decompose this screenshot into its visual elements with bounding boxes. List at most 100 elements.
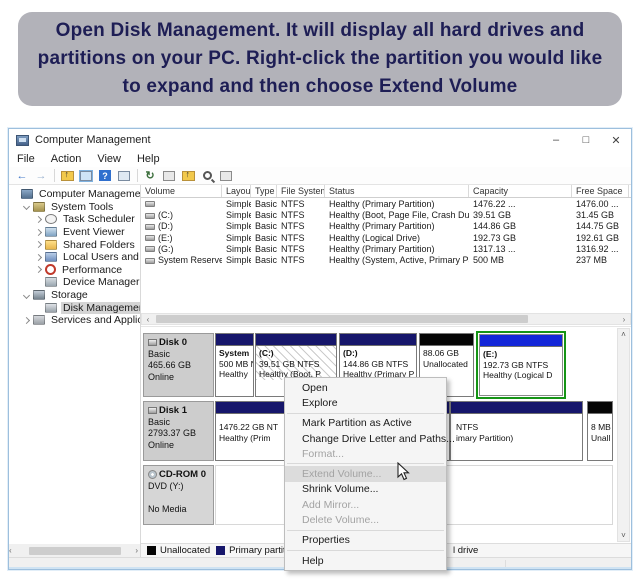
open-folder-icon <box>182 171 195 181</box>
scroll-up-icon[interactable]: ˄ <box>618 330 629 339</box>
cdrom0-label[interactable]: CD-ROM 0 DVD (Y:) No Media <box>143 465 214 525</box>
tree-item-performance[interactable]: Performance <box>9 264 140 277</box>
volume-list-header[interactable]: VolumeLayoutTypeFile SystemStatusCapacit… <box>141 185 631 198</box>
volume-row[interactable]: (D:)SimpleBasicNTFSHealthy (Primary Part… <box>141 221 631 232</box>
cell-text: Simple <box>226 255 251 265</box>
cell-layout: Simple <box>222 199 251 209</box>
volume-row[interactable]: (G:)SimpleBasicNTFSHealthy (Primary Part… <box>141 243 631 254</box>
tree-horizontal-scrollbar[interactable]: ‹ › <box>9 544 140 557</box>
volume-row[interactable]: (E:)SimpleBasicNTFSHealthy (Logical Driv… <box>141 232 631 243</box>
menu-item-mark-partition-as-active[interactable]: Mark Partition as Active <box>285 416 446 431</box>
chevron-right-icon[interactable] <box>35 216 42 223</box>
tree-item-shared-folders[interactable]: Shared Folders <box>9 238 140 251</box>
search-icon[interactable] <box>198 168 216 183</box>
menu-item-add-mirror[interactable]: Add Mirror... <box>285 497 446 512</box>
minimize-button[interactable]: – <box>541 130 571 150</box>
scroll-left-icon[interactable]: ‹ <box>142 314 154 324</box>
chevron-right-icon[interactable] <box>35 266 42 273</box>
perf-icon <box>45 264 56 275</box>
column-header-free-space[interactable]: Free Space <box>572 185 629 197</box>
column-header-file-system[interactable]: File System <box>277 185 325 197</box>
menu-item-open[interactable]: Open <box>285 380 446 395</box>
disk1-partition-unallocated[interactable]: 8 MB Unall <box>587 401 613 461</box>
title-bar[interactable]: Computer Management – □ ✕ <box>9 129 631 151</box>
show-console-tree-icon[interactable] <box>77 168 95 183</box>
windows-stack-icon[interactable] <box>217 168 235 183</box>
cell-text: Simple <box>226 244 251 254</box>
device-icon <box>45 277 57 287</box>
menu-item-properties[interactable]: Properties <box>285 533 446 548</box>
up-level-folder-icon[interactable] <box>58 168 76 183</box>
maximize-button[interactable]: □ <box>571 130 601 150</box>
menu-item-format[interactable]: Format... <box>285 446 446 461</box>
help-icon[interactable]: ? <box>96 168 114 183</box>
scroll-left-icon[interactable]: ‹ <box>9 546 12 555</box>
menu-item-delete-volume[interactable]: Delete Volume... <box>285 512 446 527</box>
menu-action[interactable]: Action <box>43 153 90 165</box>
partition-system[interactable]: System 500 MB N Healthy <box>215 333 254 397</box>
refresh-icon[interactable]: ↻ <box>141 168 159 183</box>
tree-item-device-manager[interactable]: Device Manager <box>9 276 140 289</box>
volume-row[interactable]: (C:)SimpleBasicNTFSHealthy (Boot, Page F… <box>141 209 631 220</box>
menu-item-shrink-volume[interactable]: Shrink Volume... <box>285 482 446 497</box>
column-header-status[interactable]: Status <box>325 185 469 197</box>
export-list-icon[interactable] <box>160 168 178 183</box>
legend-tail-fragment: l drive <box>453 545 478 556</box>
tree-item-computer-management-local[interactable]: Computer Management (Local <box>9 188 140 201</box>
tree-item-system-tools[interactable]: System Tools <box>9 201 140 214</box>
console-window-icon[interactable] <box>115 168 133 183</box>
tree-item-event-viewer[interactable]: Event Viewer <box>9 226 140 239</box>
tree-item-storage[interactable]: Storage <box>9 289 140 302</box>
disk0-label[interactable]: Disk 0 Basic 465.66 GB Online <box>143 333 214 397</box>
volume-row[interactable]: SimpleBasicNTFSHealthy (Primary Partitio… <box>141 198 631 209</box>
column-header-layout[interactable]: Layout <box>222 185 251 197</box>
menu-item-change-drive-letter-and-paths[interactable]: Change Drive Letter and Paths... <box>285 431 446 446</box>
tree-item-disk-management[interactable]: Disk Management <box>9 301 140 314</box>
menu-item-extend-volume[interactable]: Extend Volume... <box>285 466 446 481</box>
scrollbar-thumb[interactable] <box>29 547 121 555</box>
open-folder-icon[interactable] <box>179 168 197 183</box>
tree-item-label: Storage <box>49 289 90 301</box>
tree-item-label: Disk Management <box>61 302 141 314</box>
cell-type: Basic <box>251 244 277 254</box>
cell-text: Simple <box>226 210 251 220</box>
chevron-right-icon[interactable] <box>35 241 42 248</box>
chevron-right-icon[interactable] <box>23 317 30 324</box>
scroll-right-icon[interactable]: › <box>135 546 138 555</box>
menu-file[interactable]: File <box>9 153 43 165</box>
cell-fs: NTFS <box>277 244 325 254</box>
column-header-capacity[interactable]: Capacity <box>469 185 572 197</box>
volume-row[interactable]: System ReservedSimpleBasicNTFSHealthy (S… <box>141 254 631 265</box>
primary-partition-bar <box>256 334 336 346</box>
chevron-right-icon[interactable] <box>35 254 42 261</box>
no-chevron <box>12 192 17 197</box>
menu-help[interactable]: Help <box>129 153 168 165</box>
export-list-icon <box>163 171 175 181</box>
menu-item-help[interactable]: Help <box>285 553 446 568</box>
scroll-right-icon[interactable]: › <box>618 314 630 324</box>
volume-list-horizontal-scrollbar[interactable]: ‹ › <box>141 313 631 325</box>
partition-status: Unall <box>591 433 610 443</box>
graphics-vertical-scrollbar[interactable]: ˄ ˅ <box>617 328 630 542</box>
close-button[interactable]: ✕ <box>601 130 631 150</box>
column-header-volume[interactable]: Volume <box>141 185 222 197</box>
menu-item-explore[interactable]: Explore <box>285 395 446 410</box>
chevron-right-icon[interactable] <box>35 229 42 236</box>
scroll-down-icon[interactable]: ˅ <box>618 531 629 540</box>
tree-item-services-and-applications[interactable]: Services and Applications <box>9 314 140 327</box>
partition-e-extended[interactable]: (E:) 192.73 GB NTFS Healthy (Logical D <box>476 331 566 399</box>
disk1-partition-2[interactable]: NTFS imary Partition) <box>450 401 583 461</box>
partition-size: 192.73 GB NTFS <box>483 360 548 370</box>
partition-status: Healthy (Logical D <box>483 370 552 380</box>
tree-item-task-scheduler[interactable]: Task Scheduler <box>9 213 140 226</box>
tree-item-local-users-and-groups[interactable]: Local Users and Groups <box>9 251 140 264</box>
column-header-type[interactable]: Type <box>251 185 277 197</box>
menu-view[interactable]: View <box>89 153 129 165</box>
disk1-label[interactable]: Disk 1 Basic 2793.37 GB Online <box>143 401 214 461</box>
forward-icon[interactable]: → <box>32 168 50 183</box>
chevron-down-icon[interactable] <box>23 203 30 210</box>
chevron-down-icon[interactable] <box>23 292 30 299</box>
cell-text: (D:) <box>158 221 173 231</box>
back-icon[interactable]: ← <box>13 168 31 183</box>
scrollbar-thumb[interactable] <box>156 315 528 323</box>
